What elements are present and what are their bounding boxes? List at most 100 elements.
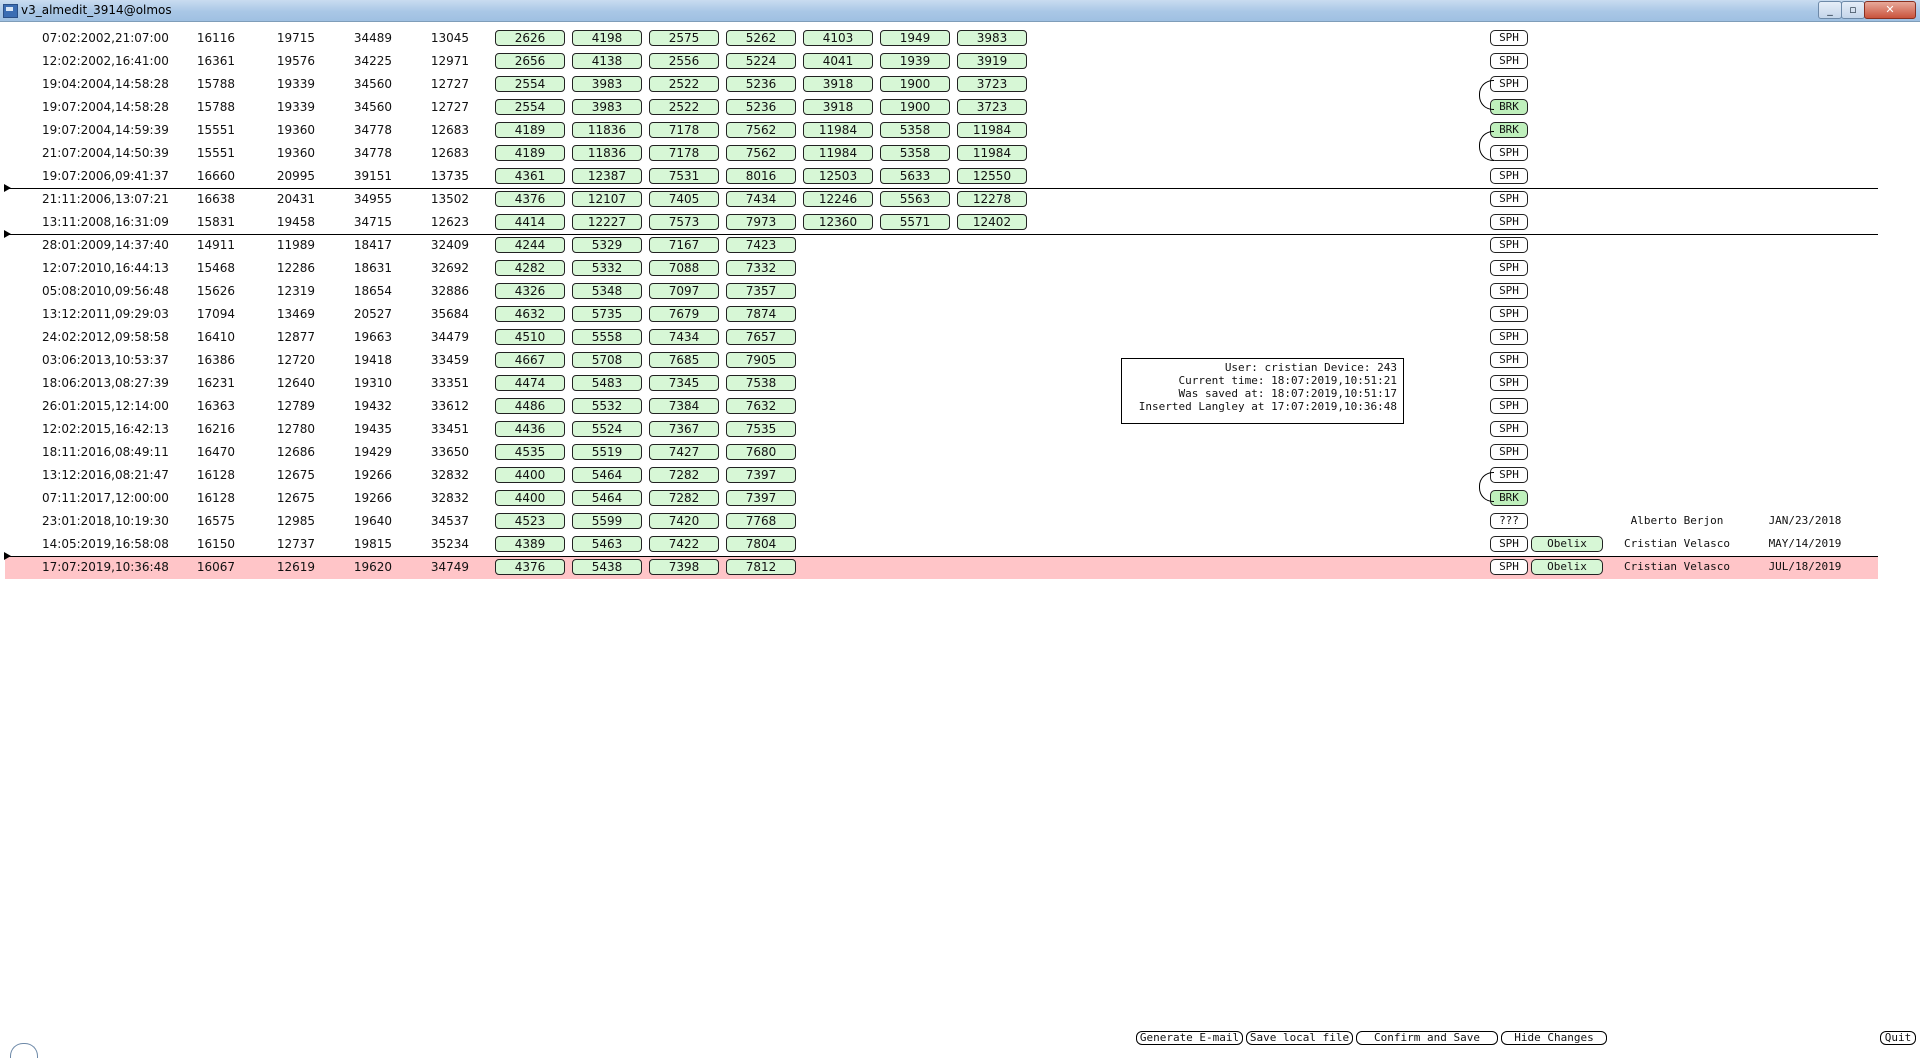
table-row[interactable]: 07:11:2017,12:00:00 16128 12675 19266 32832 4… [0, 487, 1878, 510]
table-row[interactable]: 18:06:2013,08:27:39 16231 12640 19310 33351 4… [0, 372, 1878, 395]
value-box[interactable]: 7398 [649, 559, 719, 575]
value-box[interactable]: 4510 [495, 329, 565, 345]
value-box[interactable]: 7685 [649, 352, 719, 368]
obelix-button[interactable]: Obelix [1531, 559, 1603, 575]
value-box[interactable]: 12227 [572, 214, 642, 230]
value-box[interactable]: 7332 [726, 260, 796, 276]
value-box[interactable]: 4414 [495, 214, 565, 230]
value-box[interactable]: 5599 [572, 513, 642, 529]
value-box[interactable]: 4138 [572, 53, 642, 69]
type-tag-button[interactable]: SPH [1490, 306, 1528, 322]
table-row[interactable]: 26:01:2015,12:14:00 16363 12789 19432 33612 4… [0, 395, 1878, 418]
value-box[interactable]: 7423 [726, 237, 796, 253]
value-box[interactable]: 3918 [803, 76, 873, 92]
value-box[interactable]: 12387 [572, 168, 642, 184]
value-box[interactable]: 4632 [495, 306, 565, 322]
value-box[interactable]: 5348 [572, 283, 642, 299]
save-local-file-button[interactable]: Save local file [1246, 1031, 1353, 1045]
value-box[interactable]: 4282 [495, 260, 565, 276]
value-box[interactable]: 12503 [803, 168, 873, 184]
value-box[interactable]: 4400 [495, 490, 565, 506]
value-box[interactable]: 5532 [572, 398, 642, 414]
value-box[interactable]: 7434 [726, 191, 796, 207]
value-box[interactable]: 7562 [726, 145, 796, 161]
value-box[interactable]: 3723 [957, 99, 1027, 115]
type-tag-button[interactable]: SPH [1490, 260, 1528, 276]
table-row[interactable]: 18:11:2016,08:49:11 16470 12686 19429 33650 4… [0, 441, 1878, 464]
table-row[interactable]: 12:02:2015,16:42:13 16216 12780 19435 33451 4… [0, 418, 1878, 441]
table-row[interactable]: 13:12:2011,09:29:03 17094 13469 20527 35684 4… [0, 303, 1878, 326]
value-box[interactable]: 12278 [957, 191, 1027, 207]
table-row[interactable]: 19:07:2004,14:58:28 15788 19339 34560 12727 2… [0, 96, 1878, 119]
value-box[interactable]: 7874 [726, 306, 796, 322]
table-row[interactable]: 28:01:2009,14:37:40 14911 11989 18417 32409 4… [0, 234, 1878, 257]
value-box[interactable]: 7804 [726, 536, 796, 552]
type-tag-button[interactable]: SPH [1490, 237, 1528, 253]
value-box[interactable]: 3723 [957, 76, 1027, 92]
type-tag-button[interactable]: SPH [1490, 191, 1528, 207]
generate-email-button[interactable]: Generate E-mail [1136, 1031, 1243, 1045]
value-box[interactable]: 11984 [957, 145, 1027, 161]
value-box[interactable]: 12550 [957, 168, 1027, 184]
value-box[interactable]: 5633 [880, 168, 950, 184]
value-box[interactable]: 7905 [726, 352, 796, 368]
table-row[interactable]: 12:02:2002,16:41:00 16361 19576 34225 12971 2… [0, 50, 1878, 73]
value-box[interactable]: 7573 [649, 214, 719, 230]
value-box[interactable]: 12246 [803, 191, 873, 207]
value-box[interactable]: 7088 [649, 260, 719, 276]
value-box[interactable]: 5558 [572, 329, 642, 345]
value-box[interactable]: 1900 [880, 76, 950, 92]
value-box[interactable]: 4198 [572, 30, 642, 46]
value-box[interactable]: 8016 [726, 168, 796, 184]
value-box[interactable]: 2554 [495, 99, 565, 115]
type-tag-button[interactable]: SPH [1490, 352, 1528, 368]
value-box[interactable]: 4474 [495, 375, 565, 391]
value-box[interactable]: 4103 [803, 30, 873, 46]
minimize-button[interactable]: _ [1818, 1, 1842, 19]
value-box[interactable]: 11836 [572, 122, 642, 138]
table-row[interactable]: 19:07:2006,09:41:37 16660 20995 39151 13735 4… [0, 165, 1878, 188]
value-box[interactable]: 5571 [880, 214, 950, 230]
value-box[interactable]: 5358 [880, 145, 950, 161]
value-box[interactable]: 4189 [495, 145, 565, 161]
value-box[interactable]: 2626 [495, 30, 565, 46]
value-box[interactable]: 7768 [726, 513, 796, 529]
value-box[interactable]: 3918 [803, 99, 873, 115]
value-box[interactable]: 4041 [803, 53, 873, 69]
value-box[interactable]: 5332 [572, 260, 642, 276]
table-row[interactable]: 12:07:2010,16:44:13 15468 12286 18631 32692 4… [0, 257, 1878, 280]
confirm-and-save-button[interactable]: Confirm and Save [1356, 1031, 1498, 1045]
value-box[interactable]: 5358 [880, 122, 950, 138]
value-box[interactable]: 2554 [495, 76, 565, 92]
value-box[interactable]: 4189 [495, 122, 565, 138]
hide-changes-button[interactable]: Hide Changes [1501, 1031, 1607, 1045]
type-tag-button[interactable]: SPH [1490, 444, 1528, 460]
value-box[interactable]: 4376 [495, 559, 565, 575]
quit-button[interactable]: Quit [1880, 1031, 1916, 1045]
value-box[interactable]: 7282 [649, 467, 719, 483]
table-row[interactable]: 21:07:2004,14:50:39 15551 19360 34778 12683 4… [0, 142, 1878, 165]
value-box[interactable]: 5438 [572, 559, 642, 575]
type-tag-button[interactable]: BRK [1490, 99, 1528, 115]
type-tag-button[interactable]: SPH [1490, 375, 1528, 391]
value-box[interactable]: 5735 [572, 306, 642, 322]
value-box[interactable]: 7680 [726, 444, 796, 460]
value-box[interactable]: 1900 [880, 99, 950, 115]
close-button[interactable]: ✕ [1864, 1, 1916, 19]
type-tag-button[interactable]: SPH [1490, 421, 1528, 437]
value-box[interactable]: 12360 [803, 214, 873, 230]
table-row[interactable]: 07:02:2002,21:07:00 16116 19715 34489 13045 2… [0, 27, 1878, 50]
type-tag-button[interactable]: SPH [1490, 30, 1528, 46]
value-box[interactable]: 7097 [649, 283, 719, 299]
type-tag-button[interactable]: SPH [1490, 398, 1528, 414]
type-tag-button[interactable]: BRK [1490, 122, 1528, 138]
value-box[interactable]: 7434 [649, 329, 719, 345]
value-box[interactable]: 7422 [649, 536, 719, 552]
value-box[interactable]: 11984 [957, 122, 1027, 138]
value-box[interactable]: 7357 [726, 283, 796, 299]
value-box[interactable]: 5224 [726, 53, 796, 69]
value-box[interactable]: 4389 [495, 536, 565, 552]
value-box[interactable]: 4400 [495, 467, 565, 483]
value-box[interactable]: 5483 [572, 375, 642, 391]
value-box[interactable]: 4326 [495, 283, 565, 299]
